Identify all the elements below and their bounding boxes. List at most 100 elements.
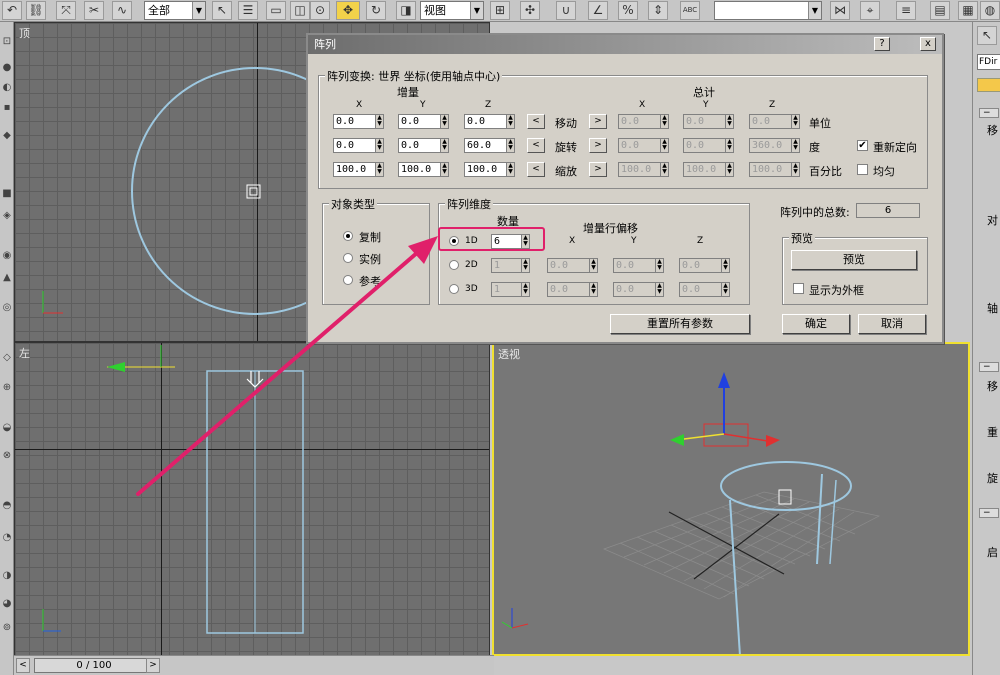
rotate-z-incremental[interactable]: 60.0 ▲ ▼ xyxy=(464,138,515,153)
select-link-icon[interactable]: ⤧ xyxy=(56,1,76,20)
copy-radio[interactable] xyxy=(343,231,353,241)
rotate-icon[interactable]: ↻ xyxy=(366,1,386,20)
spinner-value[interactable]: 0.0 xyxy=(333,114,375,129)
schematic-view-icon[interactable]: ▦ xyxy=(958,1,978,20)
prev-frame-button[interactable]: < xyxy=(16,658,30,673)
create-tab-icon[interactable]: ↖ xyxy=(977,26,997,45)
scale-y-incremental[interactable]: 100.0 ▲ ▼ xyxy=(398,162,449,177)
spinner-value[interactable]: 100.0 xyxy=(333,162,375,177)
spinner-arrows-icon[interactable]: ▲ ▼ xyxy=(506,114,515,129)
spinner-arrows-icon[interactable]: ▲ ▼ xyxy=(440,114,449,129)
dialog-titlebar[interactable]: 阵列 ? x xyxy=(308,35,942,54)
time-slider[interactable]: 0 / 100 xyxy=(34,658,154,673)
tool-icon[interactable]: ▪ xyxy=(1,102,13,114)
spinner-arrows-icon[interactable]: ▲ ▼ xyxy=(440,162,449,177)
tool-icon[interactable]: ● xyxy=(1,62,13,74)
spinner-value[interactable]: 100.0 xyxy=(398,162,440,177)
next-frame-button[interactable]: > xyxy=(146,658,160,673)
select-by-name-icon[interactable]: ☰ xyxy=(238,1,258,20)
tool-icon[interactable]: ◑ xyxy=(1,570,13,582)
scale-icon[interactable]: ◨ xyxy=(396,1,416,20)
move-right-arrow-button[interactable]: > xyxy=(589,114,607,129)
tool-icon[interactable]: ◆ xyxy=(1,130,13,142)
tool-icon[interactable]: ◎ xyxy=(1,302,13,314)
tool-icon[interactable]: ■ xyxy=(1,188,13,200)
move-z-incremental[interactable]: 0.0 ▲ ▼ xyxy=(464,114,515,129)
rotate-right-arrow-button[interactable]: > xyxy=(589,138,607,153)
link-icon[interactable]: ⛓ xyxy=(26,1,46,20)
move-y-incremental[interactable]: 0.0 ▲ ▼ xyxy=(398,114,449,129)
tool-icon[interactable]: ⊚ xyxy=(1,622,13,634)
cancel-button[interactable]: 取消 xyxy=(858,314,926,334)
spinner-arrows-icon[interactable]: ▲ ▼ xyxy=(375,138,384,153)
spinner-arrows-icon[interactable]: ▲ ▼ xyxy=(375,162,384,177)
spinner-value[interactable]: 100.0 xyxy=(464,162,506,177)
tool-icon[interactable]: ◈ xyxy=(1,210,13,222)
spinner-value[interactable]: 0.0 xyxy=(333,138,375,153)
snap-toggle-icon[interactable]: ∪ xyxy=(556,1,576,20)
mirror-icon[interactable]: ⋈ xyxy=(830,1,850,20)
ok-button[interactable]: 确定 xyxy=(782,314,850,334)
layer-manager-icon[interactable]: ≡ xyxy=(896,1,916,20)
pivot-center-icon[interactable]: ⊞ xyxy=(490,1,510,20)
scale-right-arrow-button[interactable]: > xyxy=(589,162,607,177)
select-object-icon[interactable]: ↖ xyxy=(212,1,232,20)
viewport-left[interactable]: 左 xyxy=(14,342,490,656)
rollout-toggle[interactable]: − xyxy=(979,108,999,118)
dim-2d-radio[interactable] xyxy=(449,260,459,270)
percent-snap-icon[interactable]: % xyxy=(618,1,638,20)
spinner-arrows-icon[interactable]: ▲ ▼ xyxy=(506,162,515,177)
move-icon[interactable]: ✥ xyxy=(336,1,360,20)
spinner-snap-icon[interactable]: ⇕ xyxy=(648,1,668,20)
align-icon[interactable]: ⌖ xyxy=(860,1,880,20)
tool-icon[interactable]: ⊕ xyxy=(1,382,13,394)
spinner-arrows-icon[interactable]: ▲ ▼ xyxy=(440,138,449,153)
material-editor-icon[interactable]: ◍ xyxy=(980,1,1000,20)
angle-snap-icon[interactable]: ∠ xyxy=(588,1,608,20)
show-as-box-checkbox[interactable] xyxy=(793,283,804,294)
rollout-toggle[interactable]: − xyxy=(979,508,999,518)
tool-icon[interactable]: ◒ xyxy=(1,422,13,434)
spinner-value[interactable]: 0.0 xyxy=(398,114,440,129)
reorient-checkbox[interactable]: ✔ xyxy=(857,140,868,151)
reference-radio[interactable] xyxy=(343,275,353,285)
edit-named-selection-icon[interactable]: ABC xyxy=(680,1,700,20)
move-x-incremental[interactable]: 0.0 ▲ ▼ xyxy=(333,114,384,129)
tool-icon[interactable]: ◉ xyxy=(1,250,13,262)
spinner-value[interactable]: 0.0 xyxy=(464,114,506,129)
instance-radio[interactable] xyxy=(343,253,353,263)
move-left-arrow-button[interactable]: < xyxy=(527,114,545,129)
spinner-arrows-icon[interactable]: ▲ ▼ xyxy=(375,114,384,129)
preview-button[interactable]: 预览 xyxy=(791,250,917,270)
dim-3d-radio[interactable] xyxy=(449,284,459,294)
rollout-toggle[interactable]: − xyxy=(979,362,999,372)
spinner-value[interactable]: 60.0 xyxy=(464,138,506,153)
close-button[interactable]: x xyxy=(920,37,936,51)
scale-z-incremental[interactable]: 100.0 ▲ ▼ xyxy=(464,162,515,177)
tool-icon[interactable]: ◓ xyxy=(1,500,13,512)
help-button[interactable]: ? xyxy=(874,37,890,51)
curve-editor-icon[interactable]: ▤ xyxy=(930,1,950,20)
reference-coordinate-dropdown[interactable]: 视图 ▼ xyxy=(420,1,484,20)
manipulate-icon[interactable]: ✣ xyxy=(520,1,540,20)
bind-space-warp-icon[interactable]: ∿ xyxy=(112,1,132,20)
rotate-x-incremental[interactable]: 0.0 ▲ ▼ xyxy=(333,138,384,153)
tool-icon[interactable]: ◕ xyxy=(1,598,13,610)
rotate-left-arrow-button[interactable]: < xyxy=(527,138,545,153)
undo-icon[interactable]: ↶ xyxy=(2,1,22,20)
scale-left-arrow-button[interactable]: < xyxy=(527,162,545,177)
rect-selection-icon[interactable]: ▭ xyxy=(266,1,286,20)
tool-icon[interactable]: ◐ xyxy=(1,82,13,94)
tool-icon[interactable]: ◔ xyxy=(1,532,13,544)
reset-all-parameters-button[interactable]: 重置所有参数 xyxy=(610,314,750,334)
rotate-y-incremental[interactable]: 0.0 ▲ ▼ xyxy=(398,138,449,153)
select-move-icon[interactable]: ⊙ xyxy=(310,1,330,20)
viewport-perspective[interactable]: 透视 xyxy=(492,342,970,656)
uniform-checkbox[interactable] xyxy=(857,164,868,175)
tool-icon[interactable]: ◇ xyxy=(1,352,13,364)
spinner-arrows-icon[interactable]: ▲ ▼ xyxy=(506,138,515,153)
tool-icon[interactable]: ⊗ xyxy=(1,450,13,462)
spinner-value[interactable]: 0.0 xyxy=(398,138,440,153)
scale-x-incremental[interactable]: 100.0 ▲ ▼ xyxy=(333,162,384,177)
modifier-tab[interactable] xyxy=(977,78,1000,92)
